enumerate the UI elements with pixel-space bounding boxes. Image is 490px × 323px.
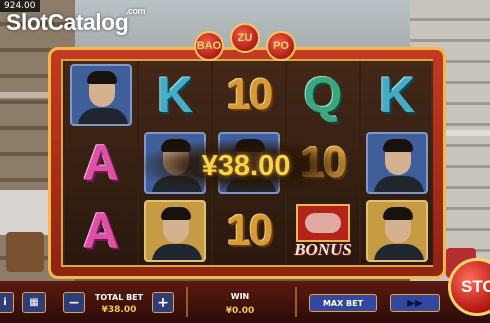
total-bet-label: TOTAL BET <box>94 293 144 302</box>
fast-forward-button[interactable]: ▶▶ <box>390 294 440 312</box>
bet-decrease-button[interactable]: − <box>63 292 85 313</box>
win-value: ¥0.00 <box>225 306 255 316</box>
info-icon: i <box>3 297 7 308</box>
paytable-icon: ▦ <box>29 297 39 308</box>
divider <box>295 287 297 317</box>
slotcatalog-watermark: SlotCatalog .com <box>6 6 146 36</box>
divider <box>186 287 188 317</box>
win-banner-amount: ¥38.00 <box>201 149 291 182</box>
win-banner: ¥38.00 <box>140 140 352 192</box>
bet-increase-button[interactable]: + <box>152 292 174 313</box>
logo-text: SlotCatalog <box>6 9 129 35</box>
street-chair <box>6 232 44 272</box>
max-bet-button[interactable]: MAX BET <box>309 294 377 312</box>
win-label: WIN <box>230 292 250 301</box>
total-bet-value: ¥38.00 <box>101 305 137 315</box>
title-plaque-po: PO <box>266 31 296 61</box>
title-plaque-zu: ZU <box>230 23 260 53</box>
logo-suffix: .com <box>126 6 146 16</box>
info-button[interactable]: i <box>0 292 14 313</box>
game-title: BAO ZU PO <box>194 23 298 61</box>
paytable-button[interactable]: ▦ <box>22 292 46 313</box>
title-plaque-bao: BAO <box>194 31 224 61</box>
